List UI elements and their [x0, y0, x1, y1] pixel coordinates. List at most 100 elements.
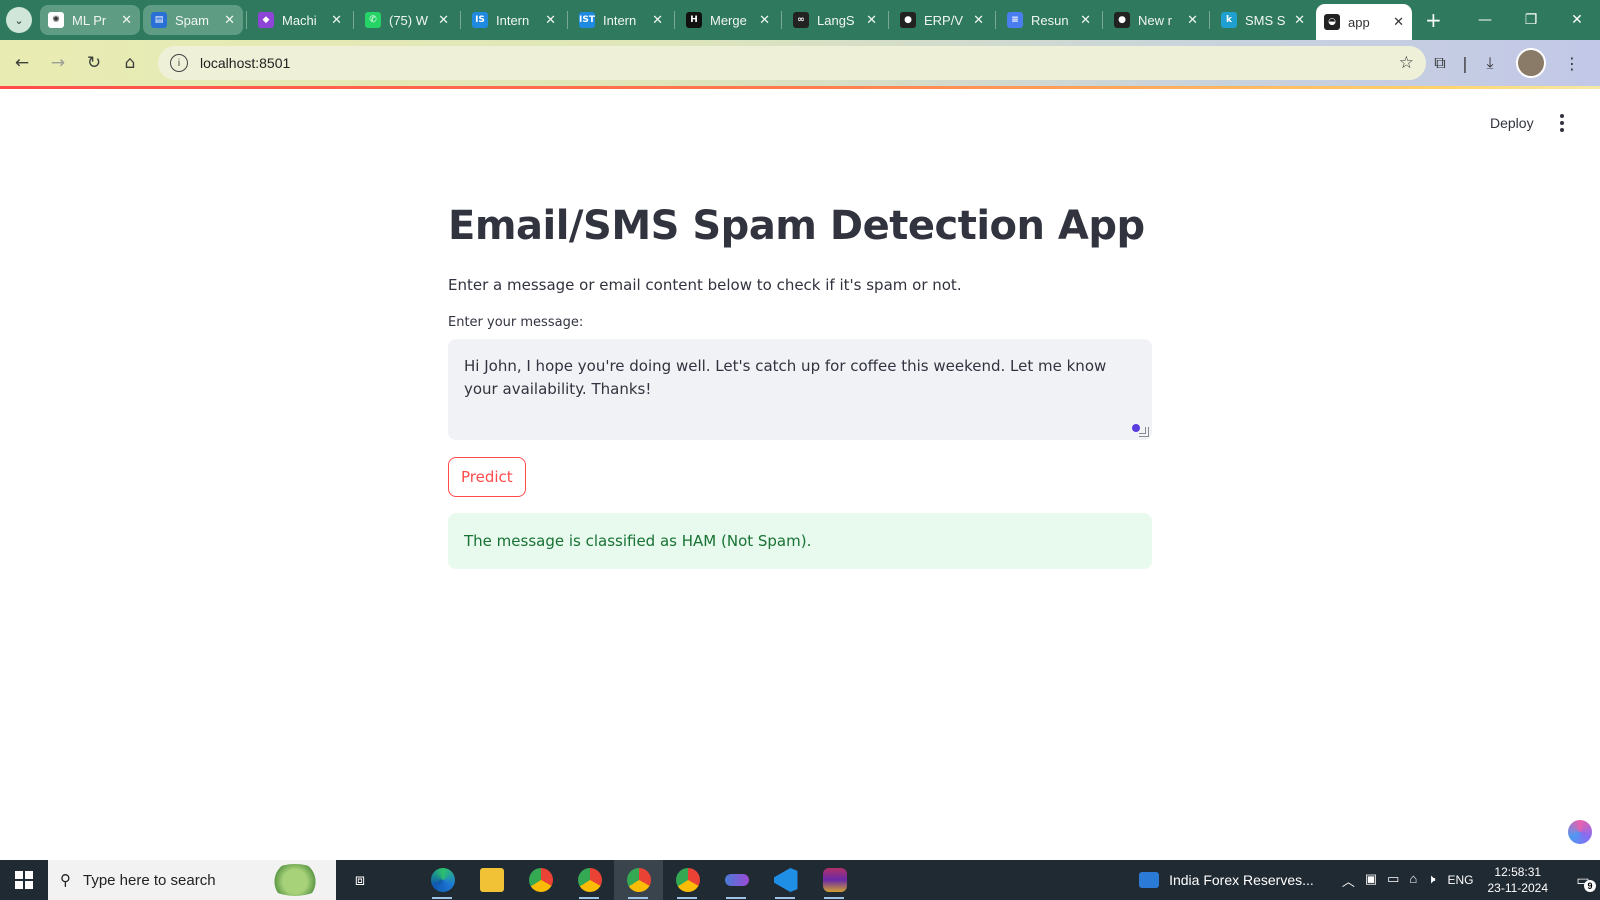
browser-tab[interactable]: ● ERP/V ✕	[892, 5, 992, 35]
tab-close-icon[interactable]: ✕	[1294, 13, 1305, 28]
browser-tab[interactable]: ◆ Machi ✕	[250, 5, 350, 35]
tab-favicon-icon: ✆	[365, 12, 381, 28]
taskbar-search-placeholder: Type here to search	[83, 871, 216, 889]
browser-tab[interactable]: ✆ (75) W ✕	[357, 5, 457, 35]
tab-favicon-icon: IS	[472, 12, 488, 28]
tab-close-icon[interactable]: ✕	[545, 13, 556, 28]
tab-separator	[1102, 11, 1103, 29]
chrome-profile-m-icon[interactable]	[663, 860, 712, 900]
clock-time: 12:58:31	[1494, 865, 1542, 879]
news-widget[interactable]: India Forex Reserves...	[1139, 872, 1314, 888]
show-hidden-icons-chevron-icon[interactable]: ︿	[1342, 871, 1355, 890]
tab-title: Intern	[603, 12, 637, 28]
chrome-profile-t-icon[interactable]	[565, 860, 614, 900]
tab-favicon-icon: ●	[900, 12, 916, 28]
resize-handle-icon[interactable]	[1139, 427, 1149, 437]
forward-arrow-icon[interactable]: →	[40, 45, 76, 81]
page-subtitle: Enter a message or email content below t…	[448, 276, 962, 294]
tab-close-icon[interactable]: ✕	[1187, 13, 1198, 28]
profile-avatar[interactable]	[1516, 48, 1546, 78]
tab-close-icon[interactable]: ✕	[1393, 15, 1404, 30]
search-highlight-succulent-icon	[266, 864, 324, 896]
tab-separator	[888, 11, 889, 29]
browser-tab[interactable]: ▤ Spam ✕	[143, 5, 243, 35]
main-content: Email/SMS Spam Detection App Enter a mes…	[448, 190, 1152, 569]
tab-title: Spam	[175, 12, 209, 28]
tab-title: ERP/V	[924, 12, 964, 28]
file-explorer-icon[interactable]	[467, 860, 516, 900]
deploy-button[interactable]: Deploy	[1480, 110, 1544, 136]
tab-title: Intern	[496, 12, 530, 28]
assistant-orb-icon[interactable]	[1568, 820, 1592, 844]
tab-title: LangS	[817, 12, 855, 28]
browser-tab[interactable]: ≡ Resun ✕	[999, 5, 1099, 35]
clock[interactable]: 12:58:31 23-11-2024	[1488, 864, 1549, 896]
chrome-profile-active-icon[interactable]	[614, 860, 663, 900]
predict-button[interactable]: Predict	[448, 457, 526, 497]
tab-close-icon[interactable]: ✕	[331, 13, 342, 28]
restore-icon[interactable]: ❐	[1508, 0, 1554, 40]
tab-close-icon[interactable]: ✕	[121, 13, 132, 28]
reload-icon[interactable]: ↻	[76, 45, 112, 81]
message-input-label: Enter your message:	[448, 315, 584, 330]
meet-now-icon[interactable]: ▣	[1365, 871, 1377, 890]
task-view-icon[interactable]: ⧈	[336, 860, 384, 900]
browser-tab[interactable]: ● New r ✕	[1106, 5, 1206, 35]
notification-center-icon[interactable]: ▭ 9	[1566, 860, 1600, 900]
browser-tab[interactable]: H Merge ✕	[678, 5, 778, 35]
browser-toolbar: ← → ↻ ⌂ i localhost:8501 ☆ ⧉ | ⤓ ⋮	[0, 40, 1600, 86]
tab-title: Resun	[1031, 12, 1069, 28]
tab-separator	[246, 11, 247, 29]
tab-close-icon[interactable]: ✕	[866, 13, 877, 28]
tab-close-icon[interactable]: ✕	[759, 13, 770, 28]
new-tab-plus-icon[interactable]: +	[1425, 8, 1442, 32]
close-window-icon[interactable]: ✕	[1554, 0, 1600, 40]
chrome-app-icon[interactable]	[516, 860, 565, 900]
clock-date: 23-11-2024	[1487, 881, 1549, 895]
volume-icon[interactable]: 🕨	[1427, 871, 1435, 890]
window-controls: — ❐ ✕	[1462, 0, 1600, 40]
tab-title: Merge	[710, 12, 747, 28]
start-windows-icon[interactable]	[0, 860, 48, 900]
browser-menu-icon[interactable]: ⋮	[1552, 45, 1592, 81]
winrar-app-icon[interactable]	[810, 860, 859, 900]
tab-close-icon[interactable]: ✕	[652, 13, 663, 28]
back-arrow-icon[interactable]: ←	[4, 45, 40, 81]
main-menu-icon[interactable]	[1552, 110, 1572, 136]
minimize-icon[interactable]: —	[1462, 0, 1508, 40]
browser-tab[interactable]: k SMS S ✕	[1213, 5, 1313, 35]
download-icon[interactable]: ⤓	[1470, 45, 1510, 81]
network-icon[interactable]: ⌂	[1409, 871, 1417, 890]
input-language[interactable]: ENG	[1447, 873, 1473, 887]
browser-tab[interactable]: ◒ app ✕	[1316, 4, 1412, 40]
browser-tab[interactable]: ∞ LangS ✕	[785, 5, 885, 35]
browser-tab[interactable]: IST Intern ✕	[571, 5, 671, 35]
extensions-puzzle-icon[interactable]: ⧉	[1420, 45, 1460, 81]
vscode-app-icon[interactable]	[761, 860, 810, 900]
site-info-icon[interactable]: i	[170, 54, 188, 72]
tab-close-icon[interactable]: ✕	[224, 13, 235, 28]
tab-favicon-icon: k	[1221, 12, 1237, 28]
tab-search-chevron-icon[interactable]: ⌄	[6, 7, 32, 33]
tab-close-icon[interactable]: ✕	[1080, 13, 1091, 28]
tab-close-icon[interactable]: ✕	[973, 13, 984, 28]
edge-app-icon[interactable]	[418, 860, 467, 900]
battery-icon[interactable]: ▭	[1387, 871, 1399, 890]
tab-favicon-icon: ◆	[258, 12, 274, 28]
tab-separator	[781, 11, 782, 29]
browser-tab[interactable]: IS Intern ✕	[464, 5, 564, 35]
bookmark-star-icon[interactable]: ☆	[1399, 53, 1414, 73]
tab-separator	[460, 11, 461, 29]
tab-close-icon[interactable]: ✕	[438, 13, 449, 28]
infinity-app-icon[interactable]	[712, 860, 761, 900]
browser-tab[interactable]: ✺ ML Pr ✕	[40, 5, 140, 35]
search-icon: ⚲	[60, 871, 71, 889]
taskbar-search[interactable]: ⚲ Type here to search	[48, 860, 336, 900]
system-tray: India Forex Reserves... ︿ ▣ ▭ ⌂ 🕨 ENG 12…	[1139, 860, 1600, 900]
streamlit-header-decoration	[0, 86, 1600, 89]
address-bar[interactable]: i localhost:8501 ☆	[158, 46, 1426, 80]
tab-separator	[995, 11, 996, 29]
toolbar-divider: |	[1462, 53, 1468, 73]
home-icon[interactable]: ⌂	[112, 45, 148, 81]
message-textarea[interactable]: Hi John, I hope you're doing well. Let's…	[448, 339, 1152, 440]
